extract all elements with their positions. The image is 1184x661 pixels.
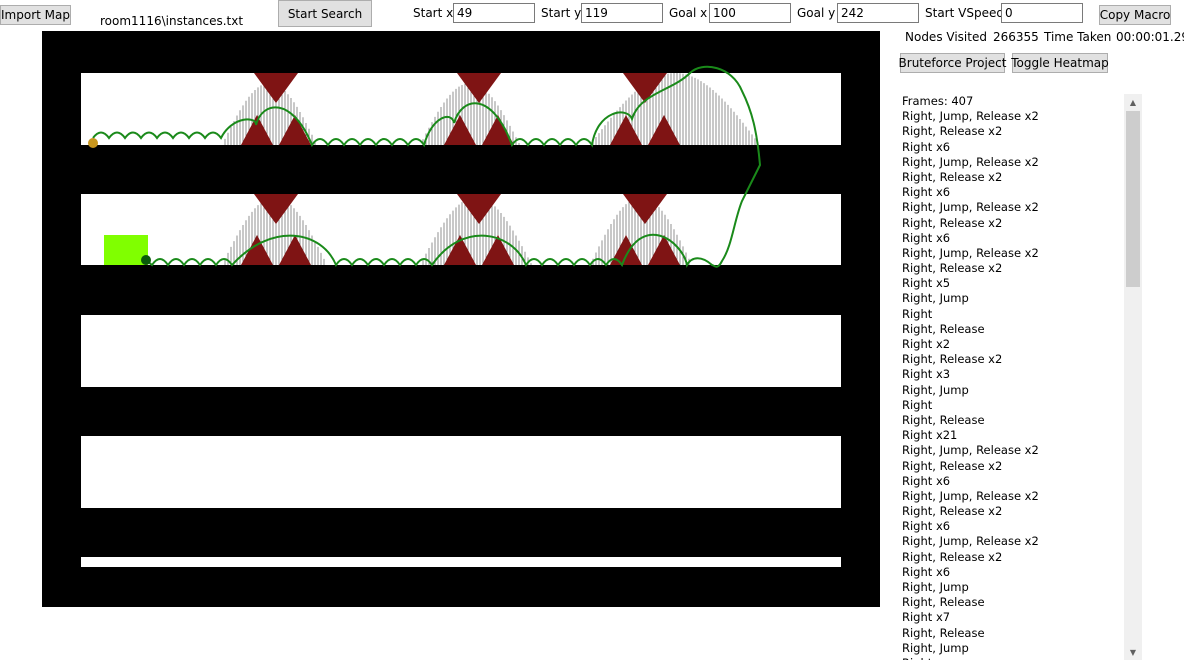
start-x-field[interactable]: [453, 3, 535, 23]
output-line: Right x2: [902, 337, 951, 351]
nodes-visited-label: Nodes Visited: [905, 30, 987, 44]
start-y-field[interactable]: [581, 3, 663, 23]
output-line: Right x7: [902, 610, 951, 625]
scroll-up-icon[interactable]: ▲: [1124, 94, 1142, 110]
output-line: Right, Jump: [902, 291, 969, 306]
output-line: Right, Release x2: [902, 261, 1003, 276]
goal-y-label: Goal y: [797, 6, 836, 20]
output-line: Right, Release x2: [902, 169, 1003, 184]
copy-macro-button[interactable]: Copy Macro: [1099, 5, 1171, 25]
toggle-heatmap-button[interactable]: Toggle Heatmap: [1011, 53, 1109, 73]
output-line: Right, Release x2: [902, 352, 1003, 367]
output-line: Right: [902, 397, 933, 412]
nodes-visited-value: 266355: [993, 30, 1039, 44]
goal-y-field[interactable]: [837, 3, 919, 23]
output-line: Right x5: [902, 276, 951, 291]
map-canvas[interactable]: [42, 31, 880, 607]
output-line: Right, Jump, Release x2: [902, 109, 1039, 124]
start-vspeed-field[interactable]: [1001, 3, 1083, 23]
start-x-label: Start x: [413, 6, 454, 20]
start-marker: [88, 138, 98, 148]
corridor-4: [81, 436, 841, 508]
time-taken-label: Time Taken: [1044, 30, 1112, 44]
import-map-button[interactable]: Import Map: [0, 5, 71, 25]
output-line: Right, Jump, Release x2: [902, 200, 1039, 215]
output-line: Right, Jump: [902, 640, 969, 655]
output-line: Right, Jump: [902, 580, 969, 594]
output-line: Right, Jump, Release x2: [902, 154, 1039, 169]
output-line: Right x3: [902, 367, 951, 382]
start-search-button[interactable]: Start Search: [278, 0, 372, 27]
output-line: Right: [902, 306, 933, 321]
output-line: Right, Release x2: [902, 458, 1003, 473]
output-line: Right, Release x2: [902, 124, 1003, 139]
output-line: Frames: 407: [902, 94, 974, 108]
time-taken-value: 00:00:01.29: [1116, 30, 1184, 44]
output-line: Right x6: [902, 139, 951, 154]
output-line: Right x6: [902, 185, 951, 200]
output-line: Right, Jump, Release x2: [902, 534, 1039, 549]
output-line: Right x6: [902, 564, 951, 579]
log-scrollbar[interactable]: ▲ ▼: [1124, 94, 1142, 660]
output-line: Right x6: [902, 230, 951, 245]
output-line: Right, Release: [902, 595, 985, 610]
output-line: Right, Jump, Release x2: [902, 443, 1039, 458]
goal-x-field[interactable]: [709, 3, 791, 23]
output-line: Right, Jump: [902, 382, 969, 397]
output-line: Right, Jump, Release x2: [902, 488, 1039, 503]
output-line: Right, Jump, Release x2: [902, 245, 1039, 260]
end-marker: [141, 255, 151, 265]
bruteforce-project-button[interactable]: Bruteforce Project: [899, 53, 1006, 73]
corridor-5: [81, 557, 841, 567]
output-line: Right x6: [902, 473, 951, 488]
output-line: Right, Release: [902, 321, 985, 336]
scroll-down-icon[interactable]: ▼: [1124, 644, 1142, 660]
start-y-label: Start y: [541, 6, 582, 20]
output-line: Right, Release: [902, 412, 985, 427]
map-file-label: room1116\instances.txt: [100, 14, 244, 28]
output-line: Right x6: [902, 519, 951, 534]
output-line: Right: [902, 656, 1124, 660]
output-line: Right, Release x2: [902, 504, 1003, 519]
goal-x-label: Goal x: [669, 6, 708, 20]
wall-ledge-1: [81, 145, 751, 194]
output-line: Right, Release x2: [902, 215, 1003, 230]
corridor-3: [81, 315, 841, 387]
output-line: Right, Release x2: [902, 549, 1003, 564]
wall-ledge-3: [81, 387, 751, 436]
macro-output-list[interactable]: Frames: 407 Right, Jump, Release x2 Right,…: [892, 94, 1124, 660]
output-line: Right, Release: [902, 625, 985, 640]
output-line: Right x21: [902, 428, 958, 443]
scroll-thumb[interactable]: [1126, 111, 1140, 287]
start-vspeed-label: Start VSpeed: [925, 6, 1004, 20]
